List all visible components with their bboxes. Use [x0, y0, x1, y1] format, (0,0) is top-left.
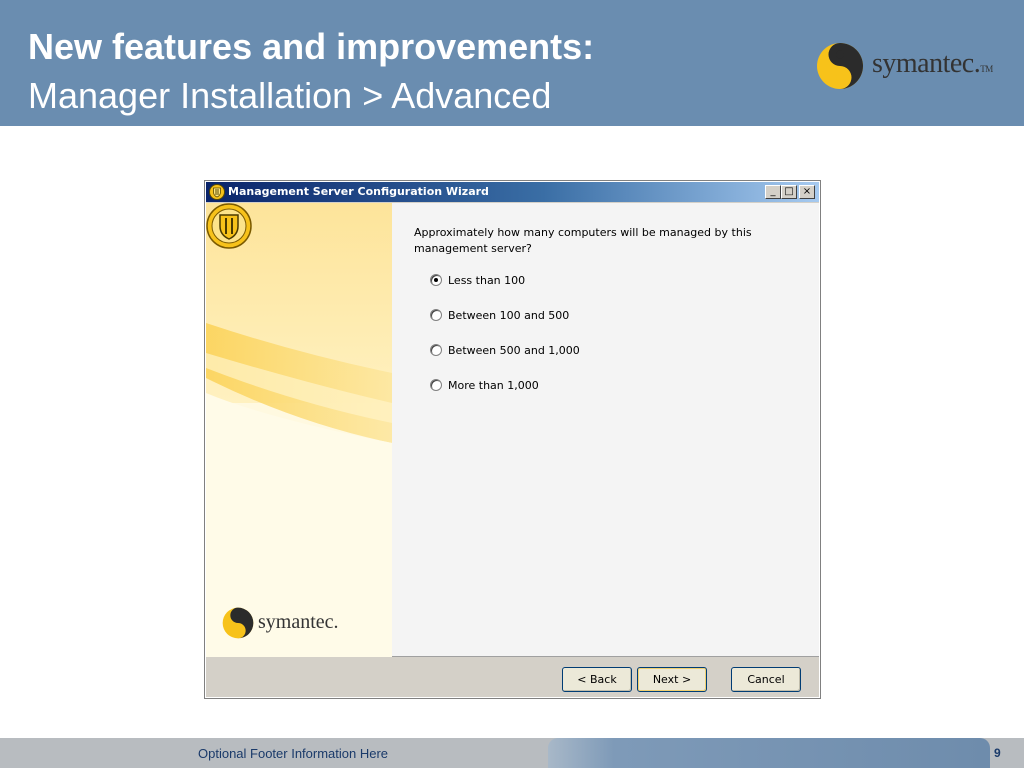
wizard-window: Management Server Configuration Wizard _… [204, 180, 821, 699]
radio-option-less-than-100[interactable]: Less than 100 [430, 272, 525, 288]
radio-label[interactable]: Less than 100 [448, 274, 525, 287]
cancel-button[interactable]: Cancel [731, 667, 801, 692]
radio-label[interactable]: More than 1,000 [448, 379, 539, 392]
next-button[interactable]: Next > [637, 667, 707, 692]
wizard-content: Approximately how many computers will be… [392, 203, 819, 657]
back-button[interactable]: < Back [562, 667, 632, 692]
radio-label[interactable]: Between 100 and 500 [448, 309, 569, 322]
symantec-logo-icon [222, 607, 254, 639]
symantec-logo-icon [817, 43, 863, 89]
radio-option-100-to-500[interactable]: Between 100 and 500 [430, 307, 569, 323]
symantec-logo: symantec.TM [816, 40, 1016, 92]
footer-bar [548, 738, 990, 768]
radio-option-500-to-1000[interactable]: Between 500 and 1,000 [430, 342, 580, 358]
slide-footer: Optional Footer Information Here 9 [0, 738, 1024, 768]
symantec-side-logo: symantec. [222, 607, 382, 641]
page-number: 9 [994, 746, 1001, 760]
radio-button[interactable] [430, 309, 442, 321]
close-button[interactable]: × [799, 185, 815, 199]
radio-button[interactable] [430, 344, 442, 356]
wizard-question: Approximately how many computers will be… [414, 226, 752, 255]
footer-text: Optional Footer Information Here [198, 746, 389, 761]
shield-icon [209, 184, 225, 200]
wizard-side-panel: symantec. [206, 203, 392, 657]
radio-button[interactable] [430, 274, 442, 286]
radio-option-more-than-1000[interactable]: More than 1,000 [430, 377, 539, 393]
wizard-title: Management Server Configuration Wizard [228, 185, 489, 198]
shield-icon [206, 203, 252, 249]
maximize-button[interactable]: □ [781, 185, 797, 199]
minimize-button[interactable]: _ [765, 185, 781, 199]
slide-header: New features and improvements: Manager I… [0, 0, 1024, 126]
radio-button[interactable] [430, 379, 442, 391]
wizard-body: symantec. Approximately how many compute… [206, 203, 819, 657]
symantec-side-logo-text: symantec. [258, 611, 339, 633]
radio-label[interactable]: Between 500 and 1,000 [448, 344, 580, 357]
slide-subtitle: Manager Installation > Advanced [28, 75, 552, 116]
slide-title: New features and improvements: [28, 26, 595, 67]
symantec-logo-text: symantec.TM [872, 48, 993, 79]
side-panel-artwork [206, 203, 392, 657]
wizard-titlebar[interactable]: Management Server Configuration Wizard _… [206, 182, 819, 202]
